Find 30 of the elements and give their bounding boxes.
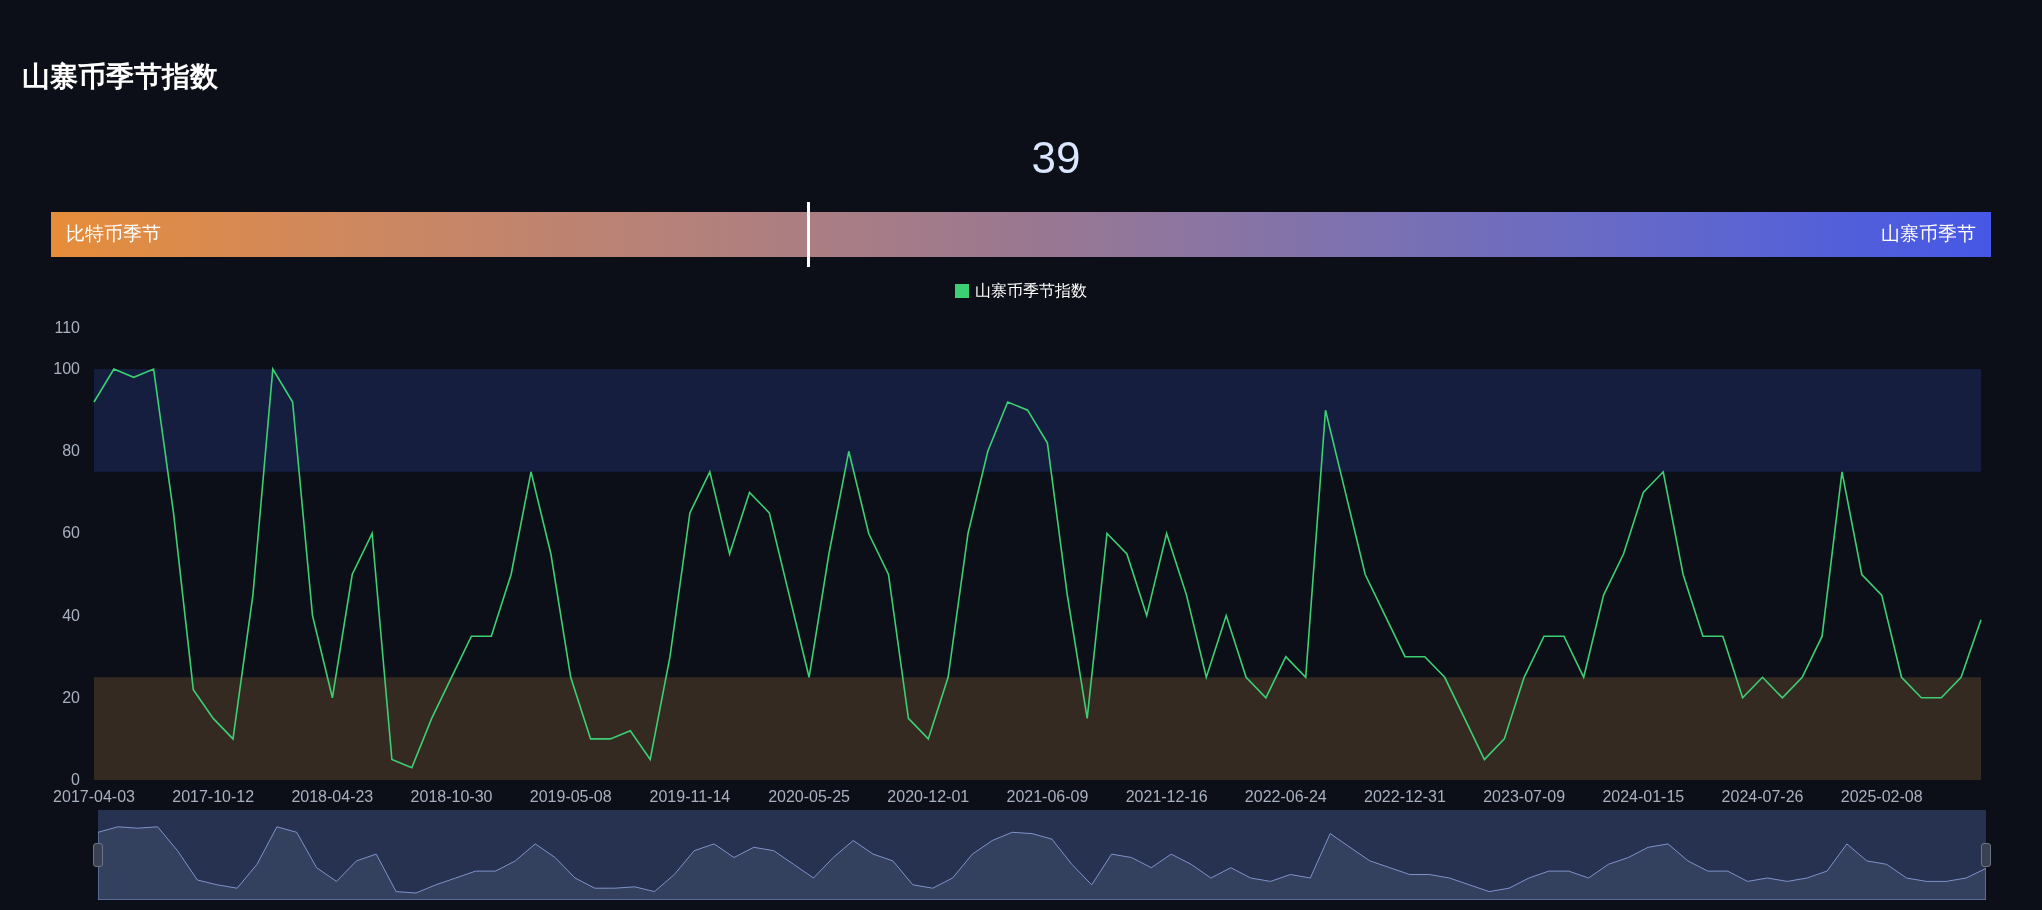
x-axis-label: 2017-10-12 — [172, 788, 255, 805]
x-axis-label: 2018-04-23 — [291, 788, 374, 805]
y-axis-label: 60 — [62, 524, 80, 542]
legend-label: 山寨币季节指数 — [975, 281, 1087, 301]
x-axis-label: 2022-06-24 — [1244, 788, 1327, 805]
slider-handle[interactable] — [93, 843, 103, 867]
scale-right-label: 山寨币季节 — [1881, 222, 1976, 247]
x-axis-label: 2017-04-03 — [53, 788, 135, 805]
x-axis-label: 2023-07-09 — [1483, 788, 1566, 805]
x-axis-label: 2020-12-01 — [887, 788, 970, 805]
x-axis-label: 2021-06-09 — [1006, 788, 1089, 805]
y-axis-label: 0 — [71, 771, 80, 788]
y-axis-label: 40 — [62, 606, 80, 624]
x-axis-label: 2019-05-08 — [529, 788, 612, 805]
scale-left-label: 比特币季节 — [66, 222, 161, 247]
x-axis-label: 2025-02-08 — [1840, 788, 1923, 805]
page-title: 山寨币季节指数 — [22, 61, 218, 92]
y-axis-label: 20 — [62, 688, 80, 706]
x-axis-label: 2020-05-25 — [768, 788, 850, 805]
y-axis-label: 110 — [54, 319, 80, 336]
x-axis-label: 2018-10-30 — [410, 788, 493, 805]
x-axis-label: 2022-12-31 — [1364, 788, 1446, 805]
index-value: 39 — [1031, 136, 1081, 180]
slider-handle[interactable] — [1981, 843, 1991, 867]
x-axis-label: 2024-07-26 — [1721, 788, 1804, 805]
x-axis-label: 2019-11-14 — [649, 788, 731, 805]
x-axis-label: 2024-01-15 — [1602, 788, 1685, 805]
y-axis-label: 80 — [62, 442, 80, 460]
y-axis-label: 100 — [53, 360, 80, 378]
x-axis-label: 2021-12-16 — [1125, 788, 1208, 805]
